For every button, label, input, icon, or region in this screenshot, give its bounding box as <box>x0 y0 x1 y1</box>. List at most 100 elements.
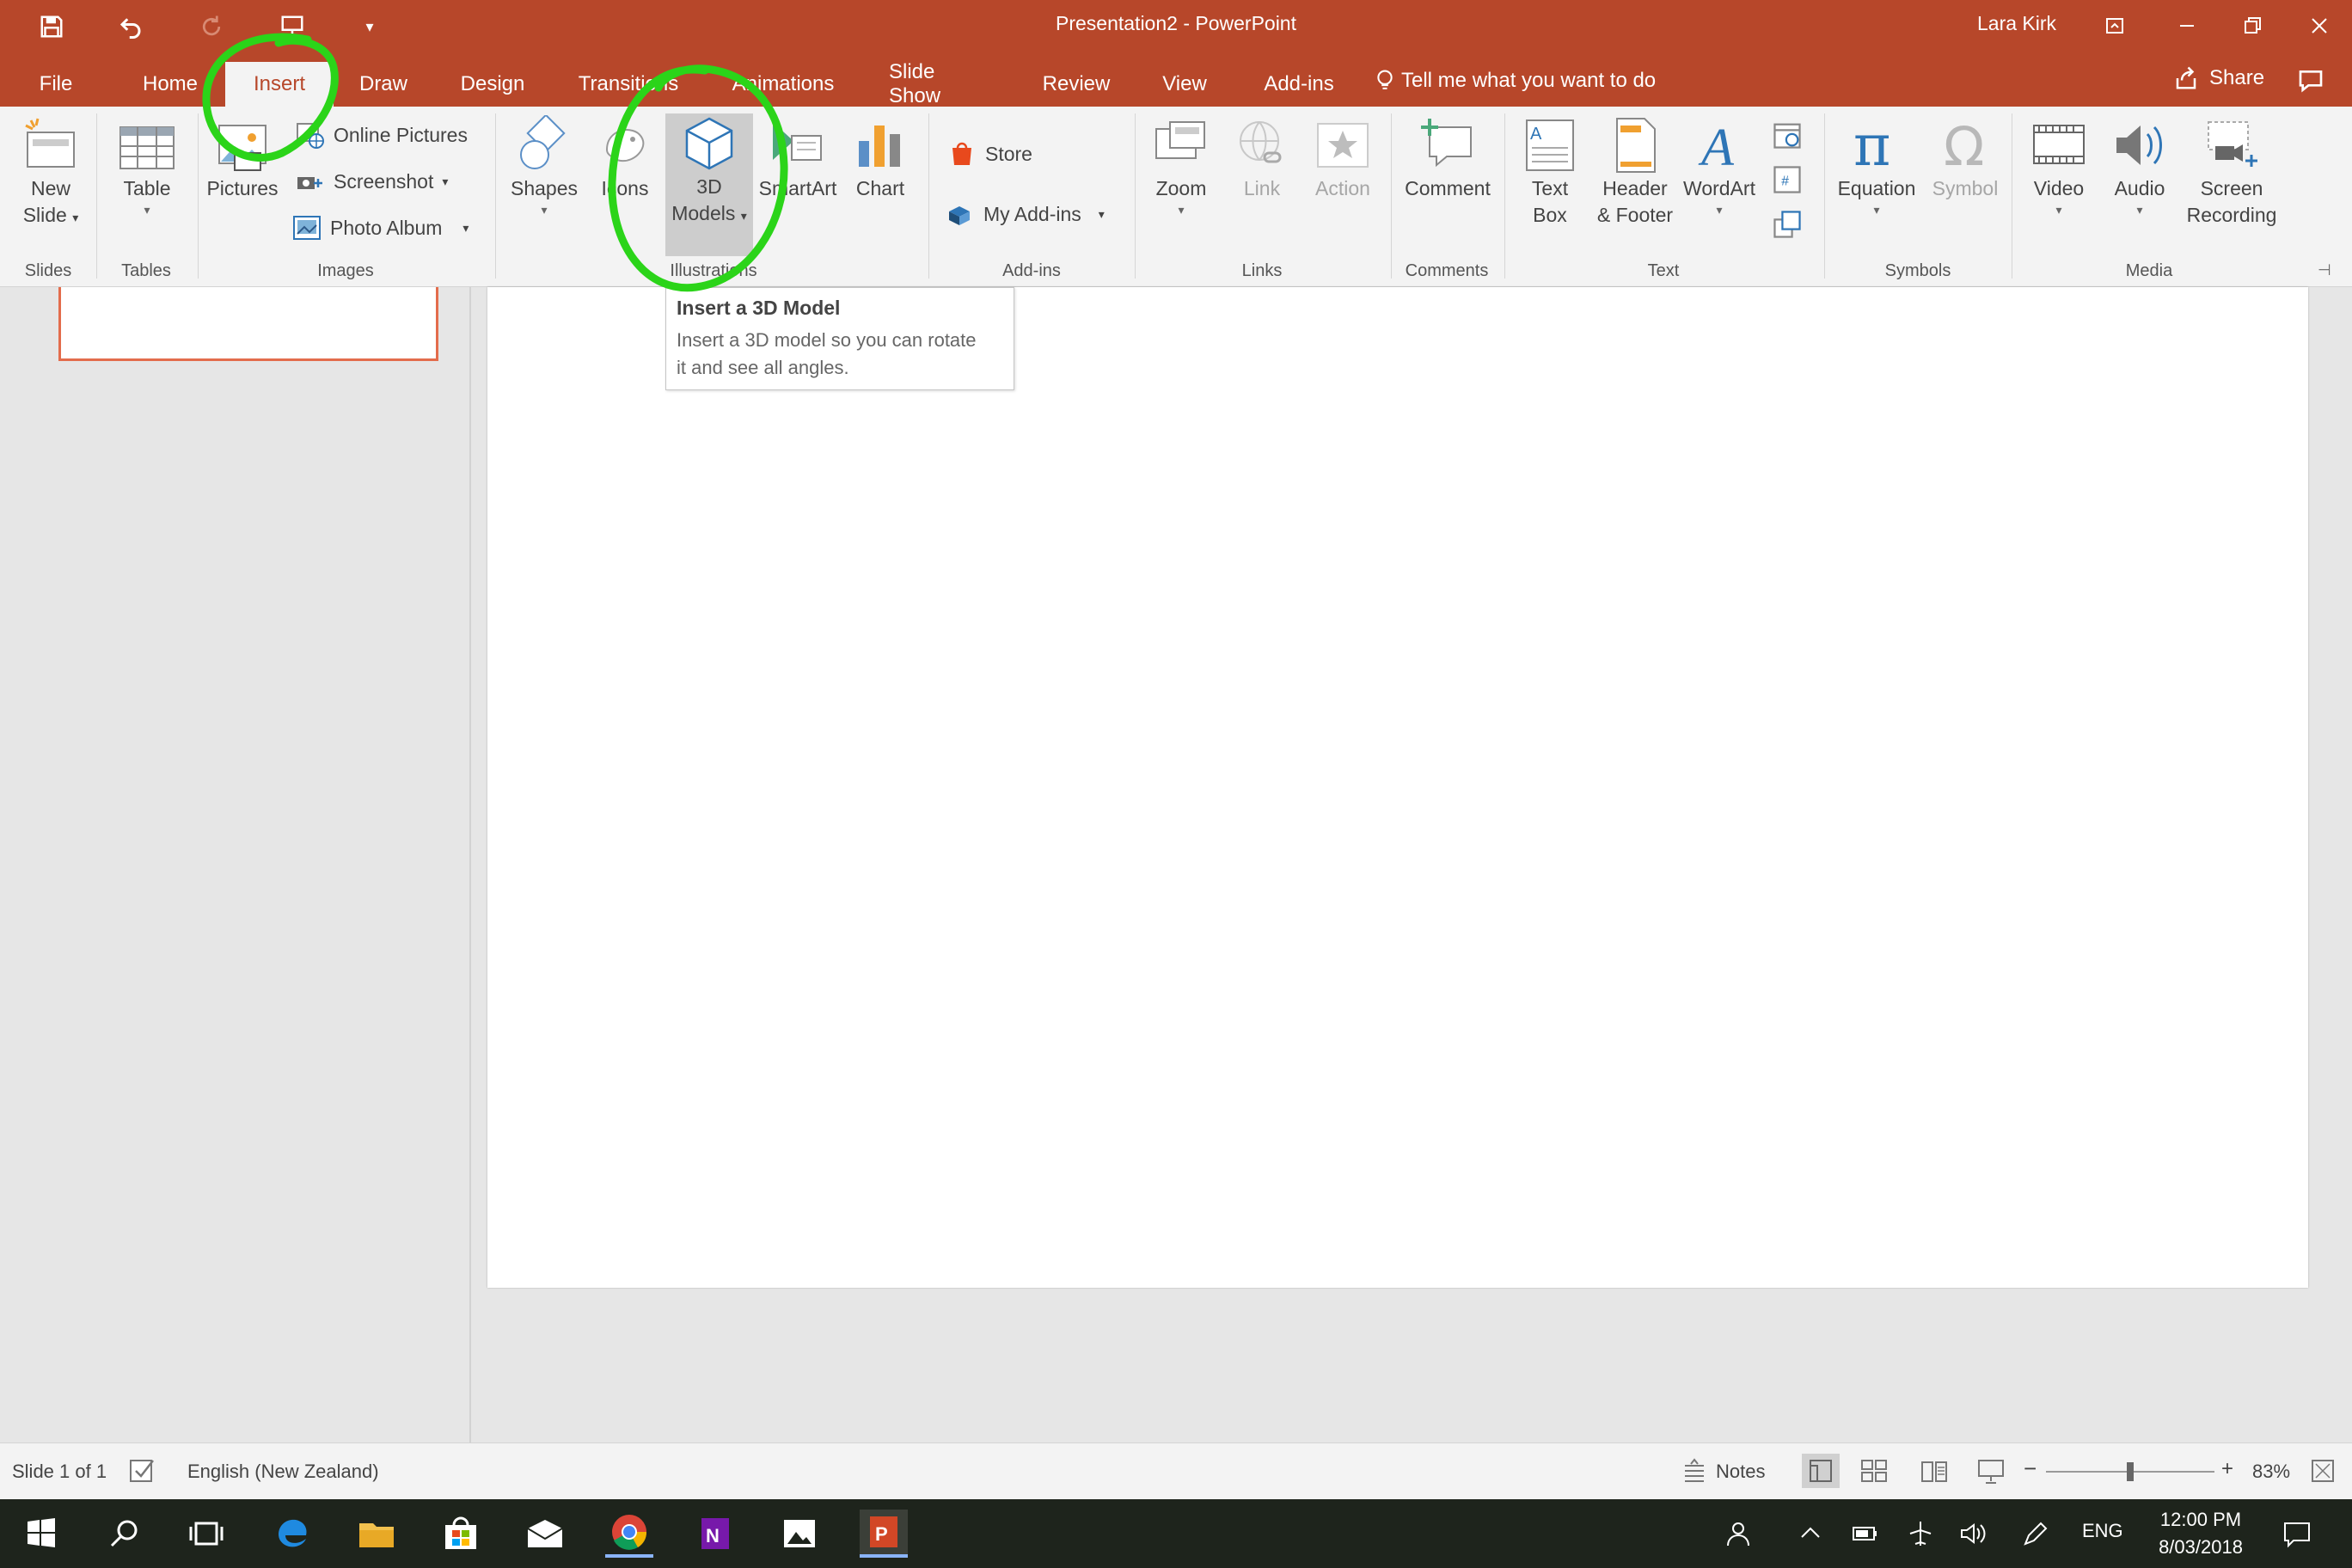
pictures-button[interactable]: Pictures <box>203 115 282 202</box>
group-label-illustrations: Illustrations <box>670 261 757 280</box>
tab-animations[interactable]: Animations <box>719 62 848 107</box>
tell-me-search[interactable]: Tell me what you want to do <box>1375 69 1656 93</box>
table-button[interactable]: Table ▾ <box>110 115 184 217</box>
tab-review[interactable]: Review <box>1033 62 1119 107</box>
clock[interactable]: 12:00 PM 8/03/2018 <box>2149 1506 2252 1561</box>
file-explorer-icon[interactable] <box>352 1510 401 1558</box>
pin-ribbon-icon[interactable]: ⊣ <box>2318 261 2331 279</box>
video-icon <box>2033 125 2085 164</box>
chrome-icon[interactable] <box>605 1510 653 1558</box>
screenshot-button[interactable]: Screenshot ▾ <box>296 167 448 196</box>
tab-view[interactable]: View <box>1150 62 1219 107</box>
ribbon: New Slide ▾ Slides Table ▾ Tables Pictur… <box>0 107 2352 287</box>
group-label-slides: Slides <box>24 261 72 280</box>
tab-design[interactable]: Design <box>447 62 538 107</box>
group-label-tables: Tables <box>121 261 171 280</box>
photos-icon[interactable] <box>775 1510 824 1558</box>
tab-add-ins[interactable]: Add-ins <box>1252 62 1346 107</box>
video-button[interactable]: Video ▾ <box>2020 115 2098 217</box>
store-label: Store <box>985 142 1032 165</box>
close-icon[interactable] <box>2302 9 2337 43</box>
zoom-percentage[interactable]: 83% <box>2252 1461 2290 1483</box>
reading-view-icon[interactable] <box>1919 1457 1950 1485</box>
link-button[interactable]: Link <box>1224 115 1300 202</box>
3d-models-button[interactable]: 3D Models ▾ <box>665 113 753 256</box>
restore-icon[interactable] <box>2235 9 2269 43</box>
windows-taskbar: N P ENG 12:00 PM 8/03/2018 <box>0 1499 2352 1568</box>
slide-number-icon[interactable]: # <box>1771 163 1804 196</box>
chevron-up-icon[interactable] <box>1795 1518 1826 1549</box>
mail-icon[interactable] <box>521 1510 569 1558</box>
edge-browser-icon[interactable] <box>268 1510 316 1558</box>
volume-icon[interactable] <box>1958 1518 1989 1549</box>
share-button[interactable]: Share <box>2173 65 2264 91</box>
zoom-slider[interactable] <box>2046 1462 2214 1481</box>
slide-canvas[interactable] <box>487 287 2308 1288</box>
notes-button[interactable]: Notes <box>1716 1461 1765 1483</box>
header-footer-button[interactable]: Header & Footer <box>1589 115 1681 229</box>
input-language[interactable]: ENG <box>2082 1520 2123 1542</box>
screenshot-label: Screenshot <box>334 169 434 193</box>
language-indicator[interactable]: English (New Zealand) <box>187 1461 379 1483</box>
store-app-icon[interactable] <box>437 1510 485 1558</box>
smartart-button[interactable]: SmartArt <box>756 115 839 202</box>
comment-button[interactable]: Comment <box>1394 115 1501 202</box>
icons-button[interactable]: Icons <box>590 115 660 202</box>
powerpoint-icon[interactable]: P <box>860 1510 908 1558</box>
audio-button[interactable]: Audio ▾ <box>2103 115 2177 217</box>
slide-thumbnail[interactable] <box>58 287 438 361</box>
battery-icon[interactable] <box>1850 1518 1881 1549</box>
tab-slide-show[interactable]: Slide Show <box>879 60 1002 107</box>
my-add-ins-button[interactable]: My Add-ins ▾ <box>946 199 1105 229</box>
new-slide-button[interactable]: New Slide ▾ <box>10 115 91 231</box>
online-pictures-button[interactable]: Online Pictures <box>296 120 468 150</box>
ribbon-display-options-icon[interactable] <box>2098 9 2132 43</box>
action-button[interactable]: Action <box>1303 115 1382 202</box>
zoom-in-button[interactable]: + <box>2221 1457 2233 1481</box>
slide-count[interactable]: Slide 1 of 1 <box>12 1461 107 1483</box>
symbol-button[interactable]: Ω Symbol <box>1926 115 2005 202</box>
action-center-icon[interactable] <box>2282 1518 2312 1549</box>
pi-icon: π <box>1853 115 1890 175</box>
svg-text:A: A <box>1698 119 1735 175</box>
minimize-icon[interactable] <box>2170 9 2204 43</box>
group-label-media: Media <box>2125 261 2173 280</box>
screen-recording-button[interactable]: Screen Recording <box>2180 115 2283 229</box>
photo-album-button[interactable]: Photo Album ▾ <box>292 213 469 242</box>
tab-draw[interactable]: Draw <box>347 62 420 107</box>
date-time-icon[interactable] <box>1771 119 1804 151</box>
wordart-button[interactable]: A WordArt ▾ <box>1680 115 1759 217</box>
user-name[interactable]: Lara Kirk <box>1977 12 2056 35</box>
normal-view-icon[interactable] <box>1802 1454 1840 1488</box>
store-button[interactable]: Store <box>947 139 1032 168</box>
onenote-icon[interactable]: N <box>691 1510 739 1558</box>
tab-file[interactable]: File <box>26 62 86 107</box>
zoom-label: Zoom <box>1155 177 1207 199</box>
zoom-out-button[interactable]: − <box>2024 1455 2037 1482</box>
airplane-mode-icon[interactable] <box>1905 1518 1936 1549</box>
text-box-button[interactable]: A Text Box <box>1515 115 1585 229</box>
equation-button[interactable]: π Equation ▾ <box>1833 115 1920 217</box>
smartart-label: SmartArt <box>758 177 837 199</box>
shapes-button[interactable]: Shapes ▾ <box>504 115 585 217</box>
photo-album-caret: ▾ <box>462 220 469 235</box>
svg-text:Ω: Ω <box>1944 115 1984 175</box>
slide-sorter-icon[interactable] <box>1859 1457 1890 1485</box>
pen-workspace-icon[interactable] <box>2020 1518 2051 1549</box>
tab-home[interactable]: Home <box>129 62 211 107</box>
people-icon[interactable] <box>1724 1518 1755 1549</box>
zoom-button[interactable]: Zoom ▾ <box>1142 115 1221 217</box>
object-icon[interactable] <box>1771 208 1804 241</box>
fit-to-window-icon[interactable] <box>2307 1457 2338 1485</box>
group-separator <box>96 113 97 279</box>
tab-insert[interactable]: Insert <box>225 62 334 107</box>
slide-show-view-icon[interactable] <box>1975 1457 2006 1485</box>
zoom-slider-thumb[interactable] <box>2127 1462 2134 1481</box>
spellcheck-icon[interactable] <box>129 1457 160 1485</box>
chart-button[interactable]: Chart <box>846 115 915 202</box>
tab-transitions[interactable]: Transitions <box>567 62 689 107</box>
task-view-icon[interactable] <box>182 1510 230 1558</box>
windows-start-icon[interactable] <box>17 1510 65 1558</box>
comments-icon[interactable] <box>2297 67 2324 95</box>
search-icon[interactable] <box>100 1510 148 1558</box>
